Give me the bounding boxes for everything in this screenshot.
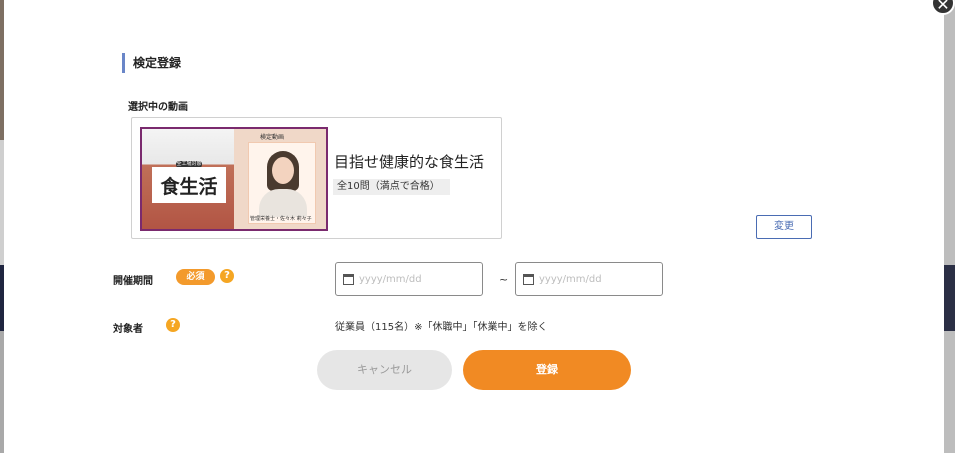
target-label: 対象者 bbox=[113, 324, 143, 335]
period-label: 開催期間 bbox=[113, 276, 153, 287]
calendar-icon bbox=[343, 274, 354, 285]
question-circle-icon[interactable]: ? bbox=[220, 269, 234, 283]
thumbnail-caption: 管理栄養士・佐々木 莉々子 bbox=[250, 216, 312, 222]
question-circle-icon[interactable]: ? bbox=[166, 318, 180, 332]
registration-modal: 検定登録 選択中の動画 全工場対象 食生活 検定動画 管理栄養士・佐々木 莉々子… bbox=[4, 0, 944, 453]
thumbnail-test-label: 検定動画 bbox=[260, 134, 285, 141]
backdrop-segment bbox=[944, 265, 955, 331]
end-date-input[interactable] bbox=[539, 271, 649, 287]
modal-title: 検定登録 bbox=[122, 53, 181, 73]
thumbnail-headline: 食生活 bbox=[152, 167, 226, 203]
portrait-body bbox=[259, 189, 307, 217]
calendar-icon bbox=[523, 274, 534, 285]
end-date-field[interactable] bbox=[515, 262, 663, 296]
submit-button[interactable]: 登録 bbox=[463, 350, 631, 390]
target-value: 従業員（115名）※「休職中」「休業中」を除く bbox=[335, 322, 548, 333]
required-badge: 必須 bbox=[176, 269, 215, 285]
change-video-button[interactable]: 変更 bbox=[756, 215, 812, 239]
backdrop-right bbox=[944, 0, 955, 453]
selected-video-card: 全工場対象 食生活 検定動画 管理栄養士・佐々木 莉々子 目指せ健康的な食生活 … bbox=[131, 117, 502, 239]
start-date-input[interactable] bbox=[359, 271, 469, 287]
video-thumbnail: 全工場対象 食生活 検定動画 管理栄養士・佐々木 莉々子 bbox=[140, 127, 328, 231]
selected-video-label: 選択中の動画 bbox=[128, 102, 188, 113]
start-date-field[interactable] bbox=[335, 262, 483, 296]
cancel-button[interactable]: キャンセル bbox=[317, 350, 452, 390]
presenter-portrait bbox=[248, 142, 316, 224]
video-question-info: 全10問（満点で合格） bbox=[333, 179, 450, 195]
date-separator: ~ bbox=[499, 273, 509, 286]
portrait-face bbox=[272, 157, 294, 184]
video-title: 目指せ健康的な食生活 bbox=[334, 153, 485, 171]
